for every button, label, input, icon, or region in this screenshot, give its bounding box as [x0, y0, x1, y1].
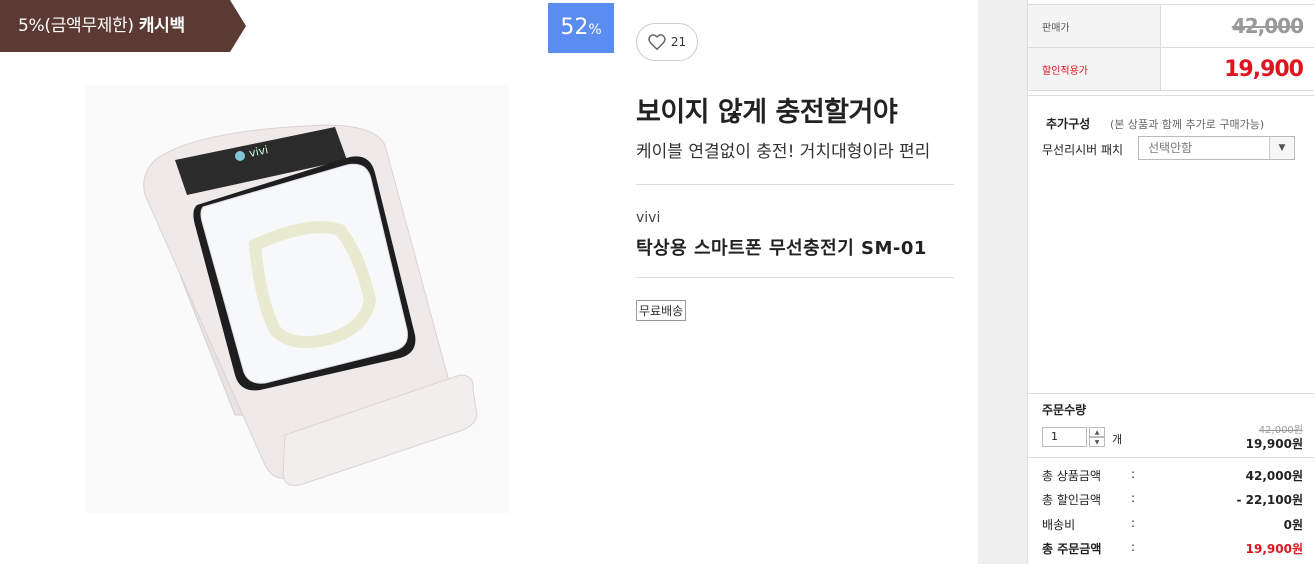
- chevron-down-icon[interactable]: ▼: [1269, 137, 1294, 159]
- original-price: 42,000: [1231, 14, 1304, 38]
- free-shipping-badge: 무료배송: [636, 300, 687, 321]
- cashback-bold: 캐시백: [138, 16, 185, 36]
- order-panel: 판매가 42,000 할인적용가 19,900 추가구성 (본 상품과 함께 추…: [1027, 0, 1314, 564]
- option-selected: 선택안함: [1148, 141, 1193, 155]
- quantity-title: 주문수량: [1042, 403, 1087, 417]
- price-row-sale: 판매가 42,000: [1028, 5, 1314, 48]
- summary-value: - 22,100원: [1236, 493, 1303, 507]
- quantity-stepper[interactable]: ▲ ▼: [1089, 427, 1105, 447]
- like-count: 21: [670, 35, 687, 49]
- discount-unit: %: [588, 22, 602, 38]
- summary-colon: :: [1131, 516, 1136, 530]
- summary-label: 배송비: [1042, 518, 1076, 532]
- cashback-prefix: 5%(금액무제한): [18, 16, 139, 36]
- summary-value: 42,000원: [1245, 469, 1303, 483]
- brand-name[interactable]: vivi: [636, 210, 660, 226]
- option-label: 무선리시버 패치: [1042, 143, 1124, 157]
- heart-icon: [648, 34, 666, 50]
- summary-row: 배송비 : 0원: [1028, 516, 1314, 536]
- summary-colon: :: [1131, 540, 1136, 554]
- summary-label: 총 상품금액: [1042, 469, 1102, 483]
- option-section: 추가구성 (본 상품과 함께 추가로 구매가능) 무선리시버 패치 선택안함 ▼: [1028, 95, 1314, 396]
- quantity-section: 주문수량 1 ▲ ▼ 개 42,000원 19,900원: [1028, 393, 1314, 458]
- decrement-icon[interactable]: ▼: [1089, 437, 1105, 447]
- quantity-original-price: 42,000원: [1258, 425, 1303, 436]
- page-gutter: [978, 0, 1028, 564]
- divider: [636, 184, 954, 185]
- summary-label: 총 할인금액: [1042, 493, 1102, 507]
- summary-row: 총 상품금액 : 42,000원: [1028, 467, 1314, 487]
- option-select[interactable]: 선택안함 ▼: [1138, 136, 1295, 160]
- summary-colon: :: [1131, 491, 1136, 505]
- product-title: 보이지 않게 충전할거야: [636, 97, 898, 128]
- price-row-discount: 할인적용가 19,900: [1028, 48, 1314, 91]
- summary-label: 총 주문금액: [1042, 542, 1102, 556]
- price-table: 판매가 42,000 할인적용가 19,900: [1028, 4, 1314, 91]
- order-summary: 총 상품금액 : 42,000원 총 할인금액 : - 22,100원 배송비 …: [1028, 457, 1314, 565]
- summary-value: 0원: [1283, 518, 1303, 532]
- summary-colon: :: [1131, 467, 1136, 481]
- product-image[interactable]: vivi: [85, 85, 509, 513]
- discount-value: 52: [560, 15, 589, 40]
- summary-total-value: 19,900원: [1245, 542, 1303, 556]
- like-button[interactable]: 21: [636, 23, 698, 61]
- increment-icon[interactable]: ▲: [1089, 427, 1105, 437]
- price-label: 판매가: [1028, 5, 1161, 47]
- divider: [636, 277, 954, 278]
- discount-price: 19,900: [1224, 56, 1304, 82]
- price-label: 할인적용가: [1028, 48, 1161, 90]
- discount-badge: 52%: [548, 3, 614, 53]
- product-subtitle: 케이블 연결없이 충전! 거치대형이라 편리: [636, 142, 931, 162]
- quantity-input[interactable]: 1: [1042, 427, 1087, 447]
- option-title: 추가구성: [1046, 117, 1091, 131]
- quantity-unit: 개: [1112, 433, 1123, 446]
- product-name: 탁상용 스마트폰 무선충전기 SM-01: [636, 238, 927, 259]
- quantity-price: 19,900원: [1245, 437, 1303, 451]
- option-note: (본 상품과 함께 추가로 구매가능): [1110, 118, 1265, 131]
- summary-row: 총 할인금액 : - 22,100원: [1028, 491, 1314, 511]
- cashback-ribbon: 5%(금액무제한) 캐시백: [0, 0, 246, 52]
- product-detail-area: 5%(금액무제한) 캐시백 52% vivi 21 보이지 않게 충전할거야 케…: [0, 0, 978, 564]
- summary-row-total: 총 주문금액 : 19,900원: [1028, 540, 1314, 560]
